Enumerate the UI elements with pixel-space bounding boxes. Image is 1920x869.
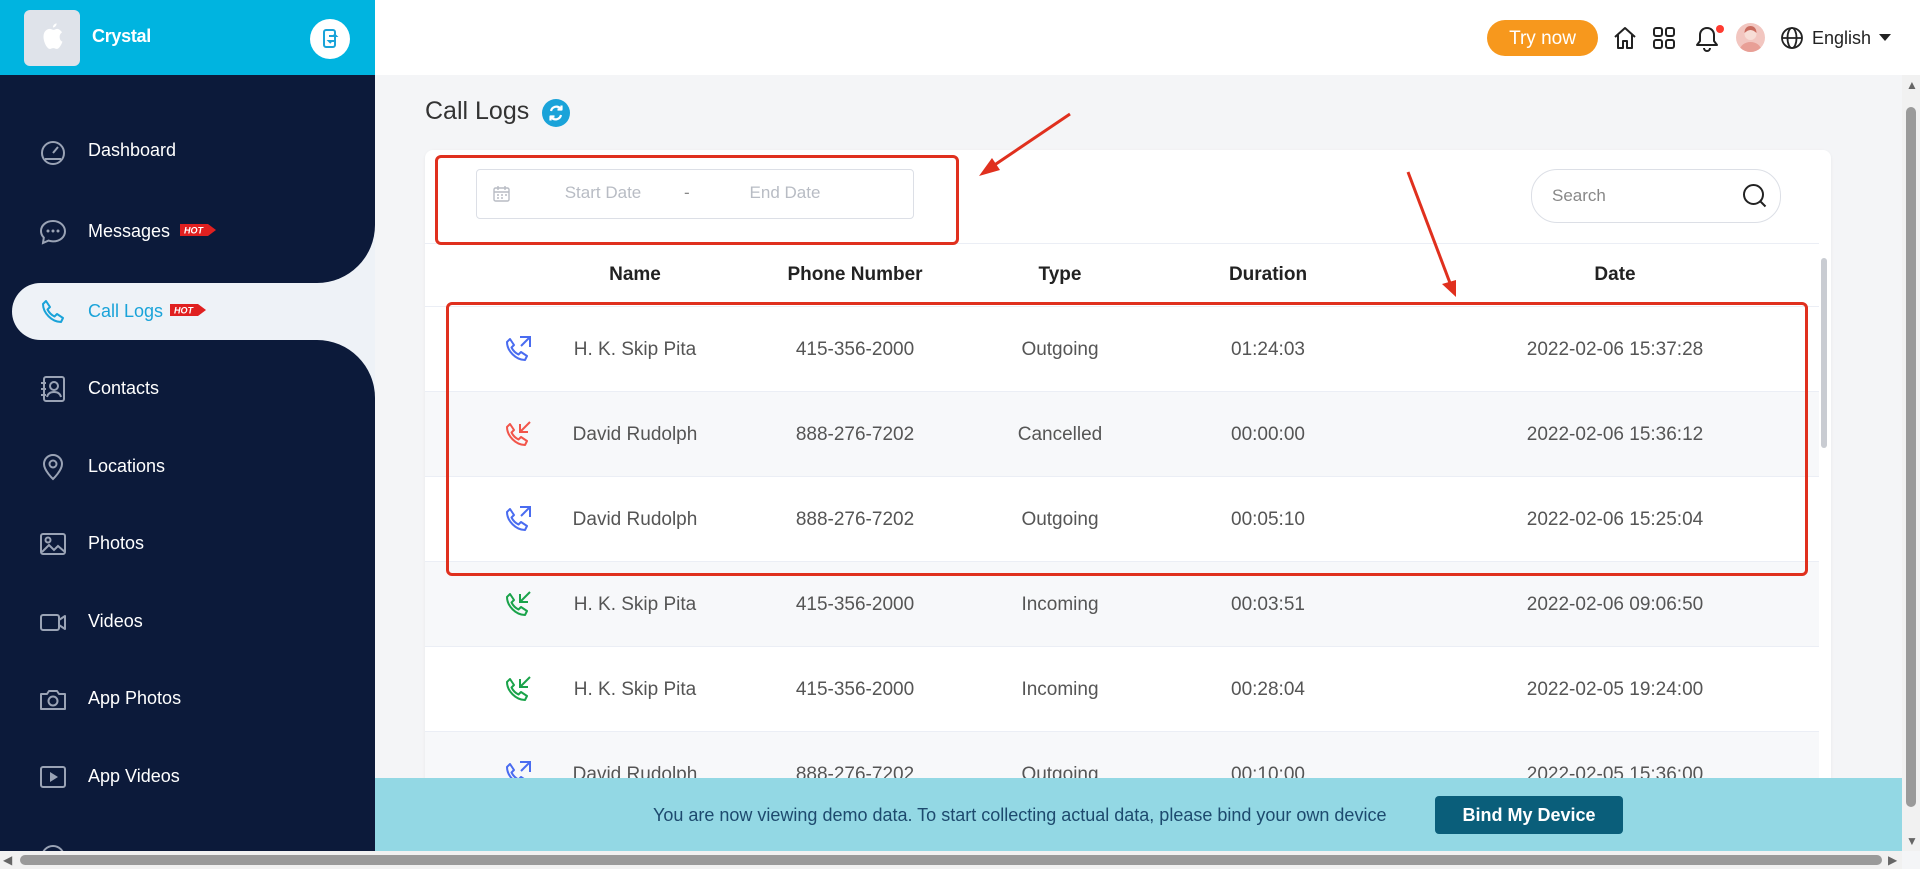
globe-icon — [1781, 27, 1803, 49]
camera-icon — [40, 690, 66, 710]
hot-badge-icon: HOT — [180, 224, 216, 236]
sidebar-item-photos[interactable]: Photos — [0, 513, 375, 573]
column-header-type[interactable]: Type — [980, 264, 1140, 286]
app: Crystal Dashboard Messages HOT Call Logs… — [0, 0, 1920, 869]
home-icon[interactable] — [1611, 24, 1639, 52]
sidebar-item-call-logs[interactable]: Call Logs HOT — [0, 281, 375, 341]
sidebar-item-more[interactable] — [0, 826, 375, 851]
search-icon[interactable] — [1742, 183, 1768, 209]
table-scrollbar-thumb[interactable] — [1821, 258, 1827, 448]
incoming-call-icon — [506, 676, 531, 701]
caller-name: H. K. Skip Pita — [573, 594, 697, 615]
svg-text:HOT: HOT — [184, 226, 205, 236]
call-date: 2022-02-05 19:24:00 — [1526, 679, 1704, 700]
device-name: Crystal — [92, 26, 151, 46]
hot-badge-icon: HOT — [170, 304, 206, 316]
switch-device-icon[interactable] — [310, 19, 350, 59]
call-date: 2022-02-06 09:06:50 — [1526, 594, 1704, 615]
page-title: Call Logs — [425, 97, 530, 125]
photo-icon — [40, 533, 66, 555]
sidebar-item-label: App Photos — [88, 688, 182, 708]
sidebar-item-label: Messages — [88, 221, 171, 241]
column-header-phone[interactable]: Phone Number — [755, 264, 955, 286]
phone-number: 415-356-2000 — [795, 594, 915, 615]
brand-bar: Crystal — [0, 0, 375, 75]
language-label: English — [1812, 27, 1872, 48]
sidebar: Crystal Dashboard Messages HOT Call Logs… — [0, 0, 375, 851]
apps-grid-icon[interactable] — [1650, 24, 1678, 52]
call-type: Incoming — [1021, 679, 1099, 700]
column-header-name[interactable]: Name — [585, 264, 685, 286]
search-input[interactable] — [1550, 185, 1734, 207]
social-apps-icon — [42, 845, 64, 851]
call-duration: 00:03:51 — [1231, 594, 1305, 615]
table-row[interactable]: H. K. Skip Pita 415-356-2000 Incoming 00… — [425, 646, 1819, 731]
play-icon — [40, 766, 66, 788]
sidebar-item-label: Call Logs — [88, 301, 164, 321]
chevron-down-icon — [1879, 34, 1892, 41]
scroll-left-icon[interactable]: ◀ — [3, 854, 12, 866]
page-horizontal-scrollbar-thumb[interactable] — [20, 855, 1882, 865]
column-header-date[interactable]: Date — [1465, 264, 1765, 286]
incoming-call-icon — [506, 591, 531, 616]
try-now-button[interactable]: Try now — [1487, 20, 1598, 56]
page-vertical-scrollbar[interactable]: ▲ ▼ — [1902, 75, 1920, 851]
video-icon — [40, 614, 66, 631]
refresh-icon[interactable] — [542, 99, 570, 127]
sidebar-item-videos[interactable]: Videos — [0, 591, 375, 651]
call-duration: 00:28:04 — [1231, 679, 1305, 700]
search-box[interactable] — [1531, 169, 1781, 223]
sidebar-item-dashboard[interactable]: Dashboard — [0, 120, 375, 180]
sidebar-item-app-photos[interactable]: App Photos — [0, 668, 375, 728]
sidebar-item-label: Dashboard — [88, 140, 177, 160]
caller-name: H. K. Skip Pita — [573, 679, 697, 700]
avatar[interactable] — [1736, 23, 1765, 52]
scroll-up-icon[interactable]: ▲ — [1906, 79, 1918, 91]
chat-icon — [39, 219, 67, 245]
apple-logo-icon — [24, 10, 80, 66]
sidebar-item-label: App Videos — [88, 766, 180, 786]
sidebar-item-label: Videos — [88, 611, 143, 631]
phone-number: 415-356-2000 — [795, 679, 915, 700]
svg-text:HOT: HOT — [174, 306, 195, 316]
language-selector[interactable]: English — [1780, 25, 1892, 51]
sidebar-item-label: Contacts — [88, 378, 160, 398]
location-icon — [42, 454, 64, 481]
sidebar-item-label: Photos — [88, 533, 145, 553]
sidebar-item-label: Locations — [88, 456, 166, 476]
notification-dot — [1716, 25, 1724, 33]
demo-banner: You are now viewing demo data. To start … — [375, 778, 1902, 851]
scroll-down-icon[interactable]: ▼ — [1906, 835, 1918, 847]
call-type: Incoming — [1021, 594, 1099, 615]
contacts-icon — [41, 376, 65, 402]
dashboard-icon — [41, 141, 65, 165]
table-scrollbar[interactable] — [1820, 243, 1828, 790]
annotation-box-rows — [446, 302, 1808, 576]
sidebar-item-contacts[interactable]: Contacts — [0, 358, 375, 418]
sidebar-item-messages[interactable]: Messages HOT — [0, 201, 375, 261]
column-header-duration[interactable]: Duration — [1188, 264, 1348, 286]
scroll-right-icon[interactable]: ▶ — [1888, 854, 1897, 866]
top-bar — [375, 0, 1920, 75]
page-vertical-scrollbar-thumb[interactable] — [1906, 107, 1916, 807]
sidebar-item-app-videos[interactable]: App Videos — [0, 746, 375, 806]
page-horizontal-scrollbar[interactable]: ◀ ▶ — [0, 851, 1902, 869]
phone-icon — [42, 300, 64, 323]
annotation-box-date-filter — [435, 155, 959, 245]
sidebar-item-locations[interactable]: Locations — [0, 436, 375, 496]
table-header: Name Phone Number Type Duration Date — [425, 243, 1819, 307]
bind-device-button[interactable]: Bind My Device — [1435, 796, 1623, 834]
demo-banner-text: You are now viewing demo data. To start … — [653, 805, 1387, 825]
